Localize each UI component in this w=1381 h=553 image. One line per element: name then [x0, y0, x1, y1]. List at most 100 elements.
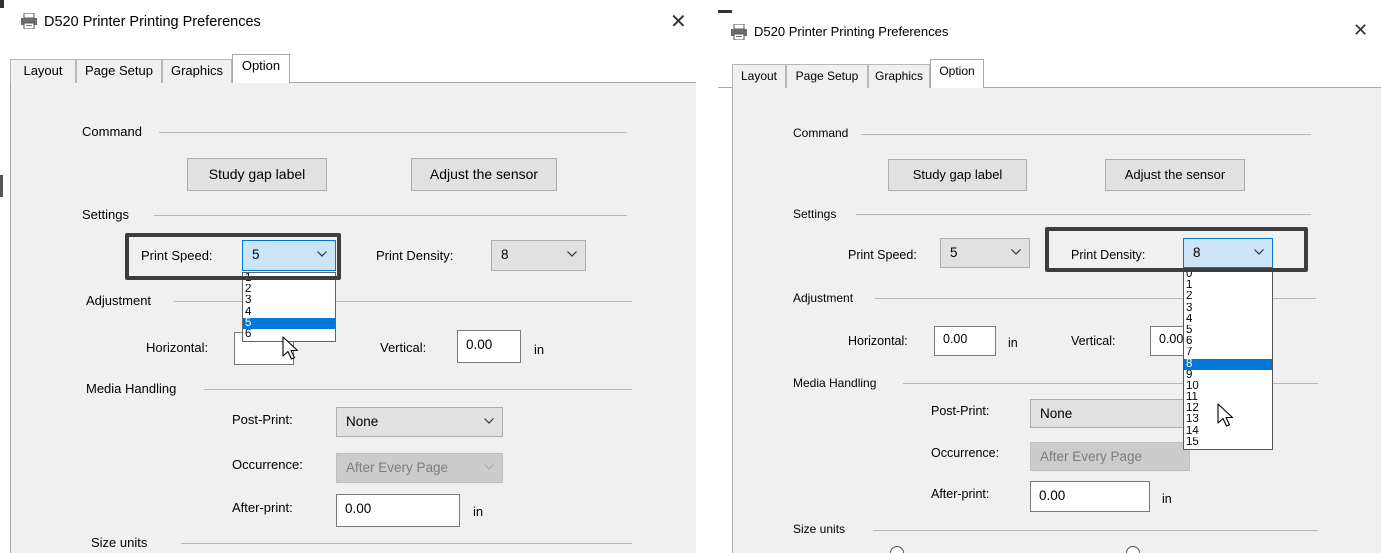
occurrence-label: Occurrence:: [931, 446, 1000, 460]
command-group-label: Command: [82, 124, 142, 139]
after-print-label: After-print:: [232, 500, 293, 515]
chevron-down-icon: [484, 464, 494, 470]
settings-group-label: Settings: [82, 207, 129, 222]
horizontal-unit: in: [1008, 336, 1018, 350]
post-print-label: Post-Print:: [931, 404, 990, 418]
highlight-frame: [1045, 227, 1308, 272]
tab-page-setup[interactable]: Page Setup: [786, 64, 868, 88]
option-panel: Command Study gap label Adjust the senso…: [732, 88, 1381, 553]
tab-graphics[interactable]: Graphics: [868, 64, 930, 88]
left-edge-mark: [0, 175, 3, 197]
adjust-sensor-button[interactable]: Adjust the sensor: [1105, 159, 1245, 191]
post-print-value: None: [346, 414, 379, 429]
print-speed-label: Print Speed:: [848, 248, 917, 262]
media-handling-group-label: Media Handling: [86, 381, 177, 396]
occurrence-label: Occurrence:: [232, 457, 303, 472]
vertical-label: Vertical:: [1071, 334, 1116, 348]
dropdown-option[interactable]: 4: [1184, 314, 1272, 325]
after-print-input[interactable]: 0.00: [336, 494, 460, 527]
occurrence-select[interactable]: After Every Page: [336, 453, 503, 483]
command-group-label: Command: [793, 126, 849, 140]
settings-group-label: Settings: [793, 207, 837, 221]
horizontal-label: Horizontal:: [848, 334, 908, 348]
tab-strip: Layout Page Setup Graphics Option: [718, 59, 1381, 88]
media-handling-divider: [204, 389, 632, 390]
size-units-group-label: Size units: [793, 522, 846, 536]
tab-option[interactable]: Option: [930, 59, 984, 88]
dropdown-option[interactable]: 2: [243, 284, 335, 295]
adjustment-group-label: Adjustment: [86, 293, 152, 308]
post-print-value: None: [1040, 406, 1073, 421]
settings-divider: [154, 215, 627, 216]
settings-divider: [856, 214, 1311, 215]
horizontal-label: Horizontal:: [146, 340, 209, 355]
dropdown-option[interactable]: 7: [1184, 347, 1272, 358]
print-speed-dropdown-list[interactable]: 1 2 3 4 5 6: [242, 272, 336, 342]
print-speed-value: 5: [950, 245, 958, 260]
dropdown-option[interactable]: 5: [1184, 325, 1272, 336]
horizontal-input[interactable]: 0.00: [934, 326, 996, 356]
tab-graphics[interactable]: Graphics: [162, 59, 232, 83]
window-title: D520 Printer Printing Preferences: [754, 24, 949, 39]
highlight-frame: [125, 233, 341, 280]
size-units-divider: [181, 543, 632, 544]
dropdown-option[interactable]: 11: [1184, 392, 1272, 403]
post-print-select[interactable]: None: [1030, 399, 1190, 428]
print-density-value: 8: [501, 247, 509, 262]
after-print-label: After-print:: [931, 487, 990, 501]
dropdown-option[interactable]: 3: [243, 295, 335, 306]
adjust-sensor-button[interactable]: Adjust the sensor: [411, 158, 557, 191]
chevron-down-icon: [567, 251, 577, 257]
tab-option[interactable]: Option: [232, 54, 290, 83]
dropdown-option[interactable]: 9: [1184, 370, 1272, 381]
adjustment-group-label: Adjustment: [793, 291, 854, 305]
top-edge-mark: [718, 10, 732, 13]
command-divider: [159, 132, 627, 133]
post-print-label: Post-Print:: [232, 412, 293, 427]
after-print-unit: in: [473, 504, 484, 519]
vertical-unit: in: [534, 342, 545, 357]
option-panel: Command Study gap label Adjust the senso…: [10, 83, 696, 553]
mouse-cursor-icon: [1217, 403, 1234, 427]
size-units-group-label: Size units: [91, 535, 148, 550]
radio-button[interactable]: [1126, 546, 1140, 553]
print-density-select[interactable]: 8: [491, 240, 586, 271]
tab-layout[interactable]: Layout: [10, 59, 76, 83]
print-speed-select[interactable]: 5: [940, 238, 1030, 268]
dropdown-option-selected[interactable]: 5: [243, 317, 335, 329]
occurrence-select[interactable]: After Every Page: [1030, 442, 1190, 471]
dropdown-option-selected[interactable]: 8: [1184, 358, 1272, 370]
command-divider: [861, 134, 1311, 135]
mouse-cursor-icon: [282, 336, 299, 360]
study-gap-label-button[interactable]: Study gap label: [888, 159, 1027, 191]
vertical-label: Vertical:: [380, 340, 427, 355]
dropdown-option[interactable]: 4: [243, 307, 335, 318]
close-icon[interactable]: ✕: [1353, 20, 1368, 41]
printer-icon: [21, 13, 37, 29]
tab-strip: Layout Page Setup Graphics Option: [10, 54, 696, 83]
size-units-divider: [873, 530, 1318, 531]
close-icon[interactable]: ✕: [670, 9, 687, 34]
radio-button[interactable]: [890, 546, 904, 553]
dropdown-option[interactable]: 2: [1184, 291, 1272, 302]
dropdown-option[interactable]: 1: [1184, 280, 1272, 291]
occurrence-value: After Every Page: [346, 460, 449, 475]
occurrence-value: After Every Page: [1040, 449, 1143, 464]
window-title: D520 Printer Printing Preferences: [44, 14, 261, 30]
chevron-down-icon: [1011, 249, 1021, 255]
left-edge-mark: [0, 0, 4, 8]
left-dialog: D520 Printer Printing Preferences ✕ Layo…: [10, 0, 696, 553]
vertical-input[interactable]: 0.00: [457, 330, 521, 363]
tab-layout[interactable]: Layout: [732, 64, 786, 88]
study-gap-label-button[interactable]: Study gap label: [187, 158, 327, 191]
dropdown-option[interactable]: 15: [1184, 437, 1272, 448]
media-handling-group-label: Media Handling: [793, 376, 877, 390]
after-print-unit: in: [1162, 492, 1172, 506]
dropdown-option[interactable]: 6: [1184, 336, 1272, 347]
tab-page-setup[interactable]: Page Setup: [76, 59, 162, 83]
print-density-label: Print Density:: [376, 248, 454, 263]
post-print-select[interactable]: None: [336, 407, 503, 437]
after-print-input[interactable]: 0.00: [1030, 481, 1150, 512]
dropdown-option[interactable]: 10: [1184, 381, 1272, 392]
dropdown-option[interactable]: 3: [1184, 303, 1272, 314]
